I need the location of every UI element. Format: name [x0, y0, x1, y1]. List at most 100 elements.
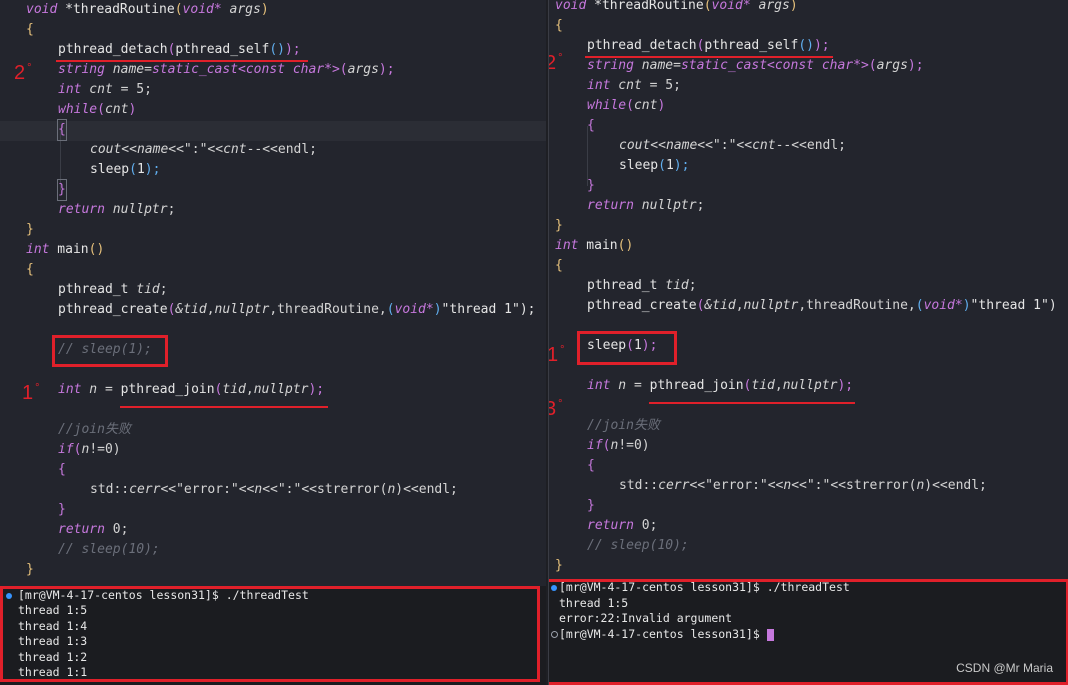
statement-tail: = 5; [641, 78, 681, 93]
param: args [750, 0, 790, 13]
annotation-underline [120, 406, 328, 408]
operator: <<":"<< [697, 138, 753, 153]
terminal-prompt: [mr@VM-4-17-centos lesson31]$ [559, 627, 767, 641]
namespace: std:: [90, 482, 130, 497]
type: void* [711, 0, 751, 13]
paren: ( [97, 102, 105, 117]
keyword: static_cast [680, 58, 768, 73]
code-line-7: { [549, 116, 1068, 136]
function-name: *threadRoutine [594, 0, 704, 13]
code-line-2: { [0, 20, 546, 40]
paren: ( [915, 298, 924, 313]
code-line-20: int n = pthread_join(tid,nullptr); [549, 376, 1068, 396]
brace: } [58, 502, 66, 517]
string: "thread 1") [970, 298, 1057, 313]
function-name: sleep [90, 162, 130, 177]
comma: , [774, 378, 783, 393]
paren: ) [260, 2, 269, 17]
string: "thread 1"); [441, 302, 536, 317]
annotation-label: 3 [549, 398, 556, 420]
code-line-27: return 0; [0, 520, 546, 540]
literal: nullptr [214, 302, 270, 317]
annotation-underline [585, 56, 833, 58]
code-line-8: cout<<name<<":"<<cnt--<<endl; [0, 140, 546, 160]
paren: () [269, 42, 285, 57]
literal: nullptr [633, 198, 697, 213]
variable: cnt [81, 82, 113, 97]
annotation-number-1: 1 ° [22, 382, 40, 405]
variable: &tid [704, 298, 736, 313]
annotation-label: 1 [22, 382, 34, 404]
annotation-degree-mark: ° [560, 344, 565, 356]
terminal-output-line: thread 1:3 [18, 634, 88, 648]
function-name: main [578, 238, 618, 253]
type: void* [923, 298, 963, 313]
code-line-16: pthread_create (&tid,nullptr,threadRoutin… [0, 300, 546, 320]
code-line-28: // sleep(10); [549, 536, 1068, 556]
type: pthread_t [58, 282, 129, 297]
annotation-number-1: 1 ° [549, 344, 565, 367]
variable: name [633, 58, 674, 73]
code-line-28: // sleep(10); [0, 540, 546, 560]
paren: ); [308, 382, 325, 397]
keyword: if [58, 442, 74, 457]
comment: //join失败 [58, 422, 131, 437]
terminal-prompt: [mr@VM-4-17-centos lesson31]$ ./threadTe… [18, 588, 309, 602]
brace: { [57, 119, 67, 141]
annotation-degree-mark: ° [558, 52, 563, 64]
code-line-8: cout<<name<<":"<<cnt--<<endl; [549, 136, 1068, 156]
brace: { [555, 258, 563, 273]
argument: ,threadRoutine, [269, 302, 387, 317]
stream: cout<< [619, 138, 666, 153]
operator: = [673, 58, 681, 73]
terminal-output-line: thread 1:4 [18, 619, 88, 633]
code-line-9: sleep(1); [0, 160, 546, 180]
comma: , [206, 302, 215, 317]
paren: ) [657, 98, 666, 113]
variable: cnt [104, 102, 129, 117]
function-name: sleep [619, 158, 659, 173]
literal: nullptr [253, 382, 309, 397]
code-line-12: } [549, 216, 1068, 236]
paren: () [617, 238, 634, 253]
paren: ) [789, 0, 798, 13]
annotation-label: 2 [549, 52, 556, 74]
paren: ( [626, 98, 634, 113]
paren: ); [813, 38, 830, 53]
code-line-13: int main() [0, 240, 546, 260]
variable: cnt [610, 78, 642, 93]
operator: <<":"<<strerror( [791, 478, 917, 493]
variable: cnt [633, 98, 658, 113]
code-line-1: void *threadRoutine(void* args) [0, 0, 546, 20]
brace: } [26, 562, 34, 577]
annotation-box [52, 335, 168, 367]
semicolon: ; [167, 202, 176, 217]
operator: <<"error:"<< [689, 478, 784, 493]
statement-tail: 0; [104, 522, 129, 537]
paren: () [88, 242, 105, 257]
comma: , [735, 298, 744, 313]
variable: args [876, 58, 908, 73]
terminal-panel[interactable]: [mr@VM-4-17-centos lesson31]$ ./threadTe… [0, 586, 546, 685]
condition-tail: !=0) [89, 442, 121, 457]
brace: } [26, 222, 34, 237]
variable: args [347, 62, 379, 77]
paren: ( [386, 302, 395, 317]
terminal-output-line: thread 1:5 [18, 603, 88, 617]
brace: } [555, 218, 563, 233]
code-line-26: } [0, 500, 546, 520]
variable: tid [751, 378, 775, 393]
statement-tail: --<<endl; [775, 138, 847, 153]
annotation-underline [649, 402, 855, 404]
brace: { [58, 462, 66, 477]
paren: ( [129, 162, 137, 177]
code-line-29: } [0, 560, 546, 580]
terminal-panel[interactable]: [mr@VM-4-17-centos lesson31]$ ./threadTe… [549, 579, 1068, 685]
terminal-input-line[interactable]: [mr@VM-4-17-centos lesson31]$ [559, 627, 774, 642]
code-line-5: int cnt = 5; [0, 80, 546, 100]
terminal-output-line: thread 1:5 [559, 596, 629, 610]
code-line-9: sleep(1); [549, 156, 1068, 176]
brace: } [555, 558, 563, 573]
paren: () [798, 38, 814, 53]
keyword: static_cast [151, 62, 239, 77]
